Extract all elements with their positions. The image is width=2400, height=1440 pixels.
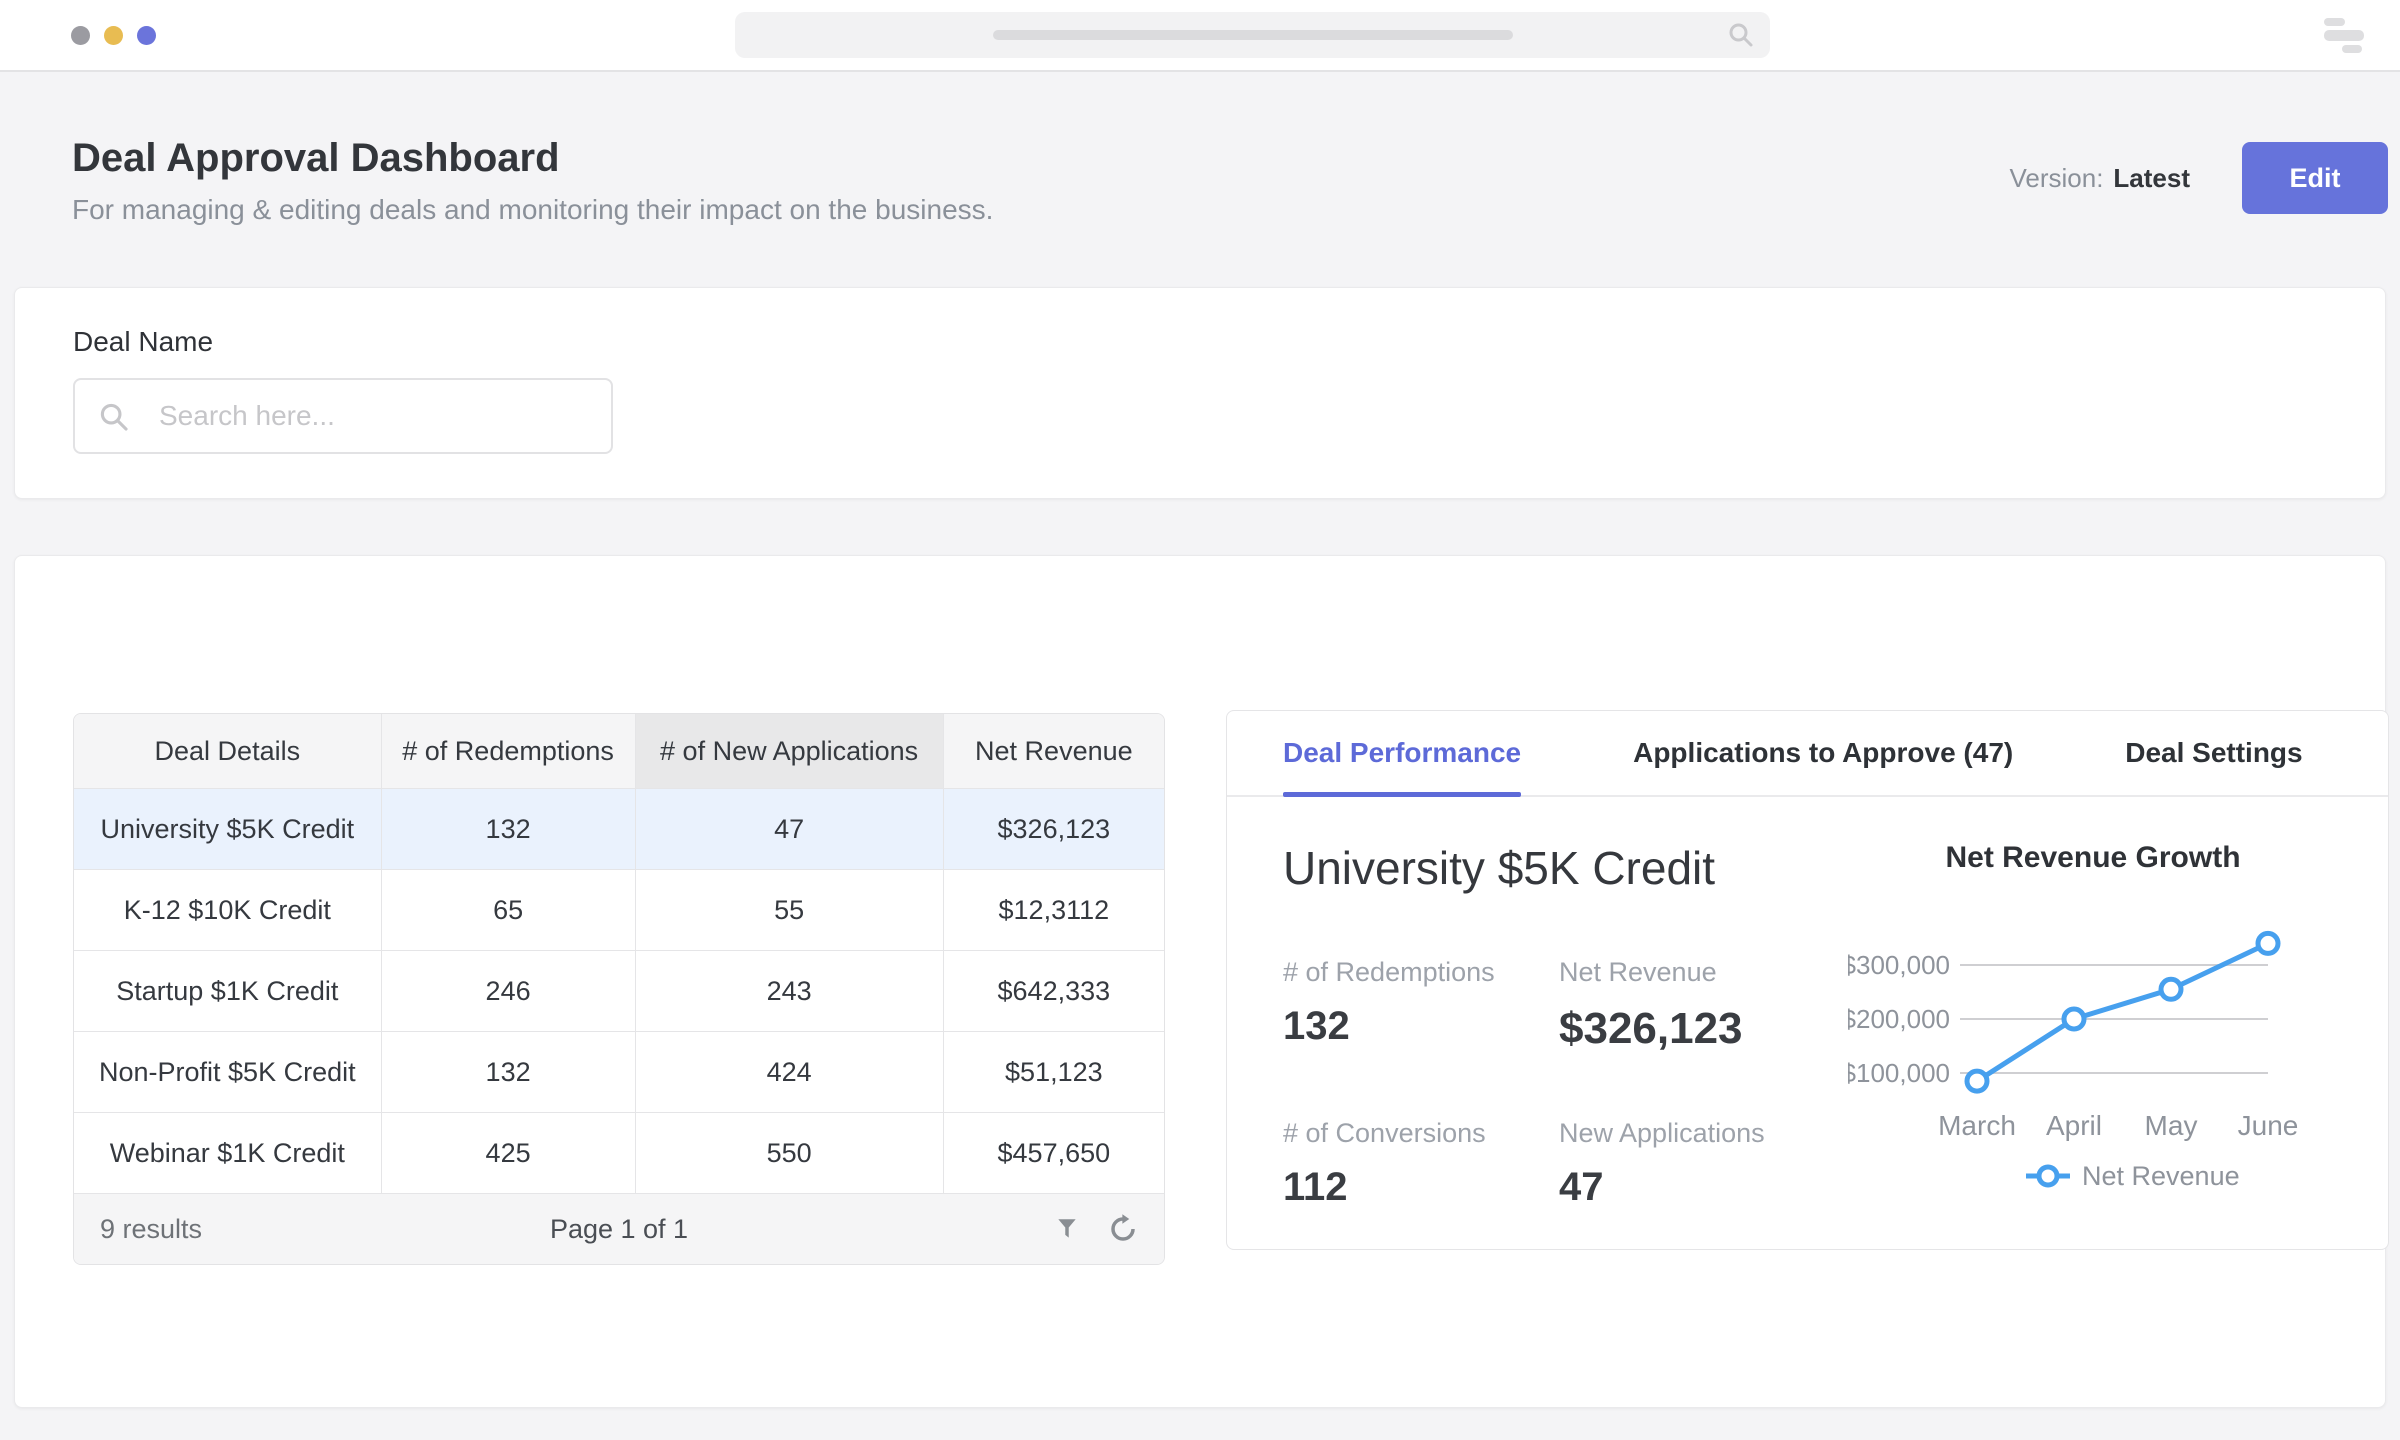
stat-net-revenue: Net Revenue $326,123 (1559, 957, 1848, 1054)
new-applications-cell[interactable]: 55 (635, 870, 943, 951)
edit-button[interactable]: Edit (2242, 142, 2388, 214)
column-header-deal-details[interactable]: Deal Details (74, 714, 381, 789)
net-revenue-cell[interactable]: $457,650 (943, 1113, 1164, 1194)
main-card: Deal Details # of Redemptions # of New A… (14, 555, 2386, 1408)
stat-label: # of Redemptions (1283, 957, 1559, 988)
svg-text:June: June (2238, 1110, 2299, 1141)
deal-name-cell[interactable]: Non-Profit $5K Credit (74, 1032, 381, 1113)
page-subtitle: For managing & editing deals and monitor… (72, 194, 993, 226)
svg-text:$100,000: $100,000 (1848, 1058, 1950, 1088)
page-indicator: Page 1 of 1 (550, 1214, 688, 1245)
new-applications-cell[interactable]: 424 (635, 1032, 943, 1113)
table-footer-icons (1054, 1194, 1138, 1264)
deals-table: Deal Details # of Redemptions # of New A… (73, 713, 1165, 1265)
redemptions-cell[interactable]: 425 (381, 1113, 635, 1194)
version-label: Version: (2009, 163, 2103, 194)
stat-value: $326,123 (1559, 1004, 1848, 1054)
screen: Deal Approval Dashboard For managing & e… (0, 0, 2400, 1440)
chart-section: Net Revenue Growth $300,000 $200,000 $100,… (1848, 841, 2338, 1210)
net-revenue-cell[interactable]: $642,333 (943, 951, 1164, 1032)
menu-bar (2324, 18, 2345, 26)
net-revenue-chart: $300,000 $200,000 $100,000 March April May Jun… (1848, 905, 2328, 1205)
new-applications-cell[interactable]: 47 (635, 789, 943, 870)
table-row[interactable]: University $5K Credit 132 47 $326,123 (74, 789, 1164, 870)
deal-name-cell[interactable]: Webinar $1K Credit (74, 1113, 381, 1194)
redemptions-cell[interactable]: 132 (381, 789, 635, 870)
header-actions: Version: Latest Edit (2009, 142, 2388, 214)
deal-name-cell[interactable]: K-12 $10K Credit (74, 870, 381, 951)
window-controls (71, 26, 156, 45)
table-row[interactable]: K-12 $10K Credit 65 55 $12,3112 (74, 870, 1164, 951)
deal-filter-card: Deal Name (14, 287, 2386, 499)
net-revenue-cell[interactable]: $326,123 (943, 789, 1164, 870)
deal-name-cell[interactable]: University $5K Credit (74, 789, 381, 870)
new-applications-cell[interactable]: 550 (635, 1113, 943, 1194)
chart-title: Net Revenue Growth (1848, 841, 2338, 875)
svg-text:$300,000: $300,000 (1848, 950, 1950, 980)
column-header-net-revenue[interactable]: Net Revenue (943, 714, 1164, 789)
tab-deal-settings[interactable]: Deal Settings (2125, 711, 2302, 795)
stat-redemptions: # of Redemptions 132 (1283, 957, 1559, 1054)
menu-bar (2324, 30, 2364, 41)
stat-conversions: # of Conversions 112 (1283, 1118, 1559, 1210)
svg-text:Net Revenue: Net Revenue (2082, 1161, 2240, 1191)
net-revenue-cell[interactable]: $12,3112 (943, 870, 1164, 951)
address-placeholder-line (993, 30, 1513, 40)
deal-name-label: Deal Name (73, 326, 213, 358)
deal-performance-content: University $5K Credit # of Redemptions 1… (1227, 797, 2388, 1210)
stat-value: 112 (1283, 1165, 1559, 1210)
funnel-icon[interactable] (1054, 1216, 1080, 1242)
stat-value: 132 (1283, 1004, 1559, 1049)
version-value: Latest (2113, 163, 2190, 194)
column-header-redemptions[interactable]: # of Redemptions (381, 714, 635, 789)
deal-stats: # of Redemptions 132 Net Revenue $326,12… (1283, 957, 1848, 1210)
browser-chrome (0, 0, 2400, 72)
deal-title: University $5K Credit (1283, 841, 1848, 895)
window-dot-blue-icon[interactable] (137, 26, 156, 45)
svg-text:$200,000: $200,000 (1848, 1004, 1950, 1034)
table-row[interactable]: Non-Profit $5K Credit 132 424 $51,123 (74, 1032, 1164, 1113)
window-dot-gray-icon[interactable] (71, 26, 90, 45)
menu-bar (2342, 45, 2362, 53)
table-footer: 9 results Page 1 of 1 (74, 1193, 1164, 1264)
svg-text:March: March (1938, 1110, 2016, 1141)
deal-detail-panel: Deal Performance Applications to Approve… (1226, 710, 2389, 1250)
page-title: Deal Approval Dashboard (72, 136, 560, 181)
table-row[interactable]: Webinar $1K Credit 425 550 $457,650 (74, 1113, 1164, 1194)
deal-name-search-input[interactable] (75, 380, 611, 452)
search-icon (97, 400, 131, 434)
stat-label: # of Conversions (1283, 1118, 1559, 1149)
magnifier-icon (1726, 20, 1756, 50)
stat-new-applications: New Applications 47 (1559, 1118, 1848, 1210)
window-dot-yellow-icon[interactable] (104, 26, 123, 45)
deal-summary: University $5K Credit # of Redemptions 1… (1283, 841, 1848, 1210)
net-revenue-cell[interactable]: $51,123 (943, 1032, 1164, 1113)
table-row[interactable]: Startup $1K Credit 246 243 $642,333 (74, 951, 1164, 1032)
stat-label: Net Revenue (1559, 957, 1848, 988)
redemptions-cell[interactable]: 246 (381, 951, 635, 1032)
redemptions-cell[interactable]: 132 (381, 1032, 635, 1113)
redemptions-cell[interactable]: 65 (381, 870, 635, 951)
svg-text:May: May (2145, 1110, 2198, 1141)
stat-value: 47 (1559, 1165, 1848, 1210)
deal-name-search-box (73, 378, 613, 454)
browser-address-bar[interactable] (735, 12, 1770, 58)
stat-label: New Applications (1559, 1118, 1848, 1149)
refresh-icon[interactable] (1108, 1214, 1138, 1244)
deal-name-cell[interactable]: Startup $1K Credit (74, 951, 381, 1032)
table-body: University $5K Credit 132 47 $326,123 K-… (74, 789, 1164, 1194)
new-applications-cell[interactable]: 243 (635, 951, 943, 1032)
tab-applications-to-approve[interactable]: Applications to Approve (47) (1633, 711, 2013, 795)
svg-text:April: April (2046, 1110, 2102, 1141)
results-count: 9 results (100, 1214, 202, 1245)
table-header-row: Deal Details # of Redemptions # of New A… (74, 714, 1164, 789)
menu-bars-icon[interactable] (2324, 18, 2368, 53)
column-header-new-applications[interactable]: # of New Applications (635, 714, 943, 789)
tab-deal-performance[interactable]: Deal Performance (1283, 711, 1521, 795)
detail-tabs: Deal Performance Applications to Approve… (1227, 711, 2388, 797)
